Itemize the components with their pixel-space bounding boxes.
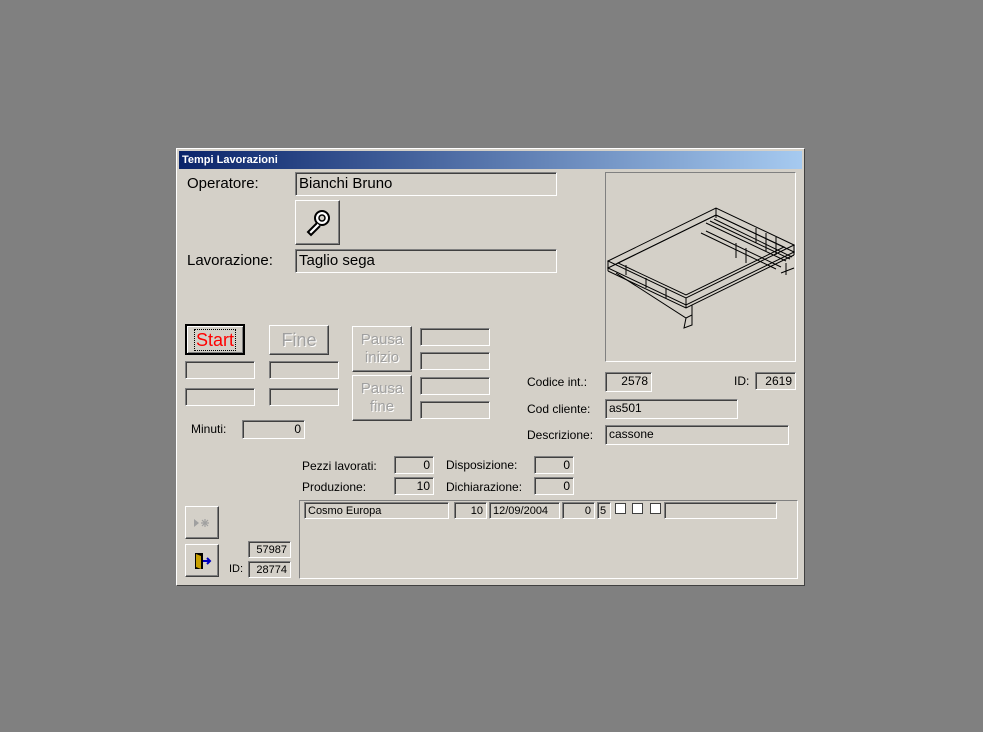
exit-button[interactable] — [185, 544, 219, 577]
codice-int-field[interactable]: 2578 — [605, 372, 652, 392]
id-top-label: ID: — [734, 374, 750, 388]
fine-time-field-1[interactable] — [269, 361, 339, 379]
id-bottom-label: ID: — [229, 563, 244, 575]
pausa-fine-button[interactable]: Pausa fine — [352, 375, 412, 421]
id-bottom-field[interactable]: 28774 — [248, 561, 291, 578]
pezzi-lavorati-label: Pezzi lavorati: — [302, 459, 377, 473]
pausa-inizio-field-1[interactable] — [420, 328, 490, 346]
disposizione-field[interactable]: 0 — [534, 456, 574, 474]
row-date[interactable]: 12/09/2004 — [489, 502, 560, 519]
row-checkbox-3[interactable] — [650, 503, 661, 514]
operatore-label: Operatore: — [187, 175, 259, 192]
cod-cliente-field[interactable]: as501 — [605, 399, 738, 419]
dichiarazione-label: Dichiarazione: — [446, 480, 523, 494]
codice-int-label: Codice int.: — [527, 375, 588, 389]
row-v2[interactable]: 5 — [597, 502, 611, 519]
pausa-inizio-field-2[interactable] — [420, 352, 490, 370]
operatore-field[interactable]: Bianchi Bruno — [295, 172, 557, 196]
lavorazione-field[interactable]: Taglio sega — [295, 249, 557, 273]
tool-button[interactable] — [295, 200, 340, 245]
start-button-label: Start — [193, 328, 236, 351]
pausa-fine-field-1[interactable] — [420, 377, 490, 395]
tempi-lavorazioni-window: Tempi Lavorazioni Operatore: Bianchi Bru… — [176, 148, 805, 586]
window-title: Tempi Lavorazioni — [179, 151, 802, 169]
descrizione-field[interactable]: cassone — [605, 425, 789, 445]
produzione-field[interactable]: 10 — [394, 477, 434, 495]
dichiarazione-field[interactable]: 0 — [534, 477, 574, 495]
descrizione-label: Descrizione: — [527, 428, 594, 442]
start-time-field-1[interactable] — [185, 361, 255, 379]
row-cliente[interactable]: Cosmo Europa — [304, 502, 449, 519]
part-image-frame — [605, 172, 796, 362]
pausa-inizio-line1: Pausa — [360, 331, 404, 348]
new-record-button[interactable] — [185, 506, 219, 539]
exit-door-icon — [195, 552, 212, 569]
start-button[interactable]: Start — [185, 324, 245, 355]
fine-button[interactable]: Fine — [269, 325, 329, 355]
pausa-inizio-button[interactable]: Pausa inizio — [352, 326, 412, 372]
wrench-icon — [306, 209, 330, 236]
produzione-label: Produzione: — [302, 480, 367, 494]
new-record-icon — [194, 518, 209, 527]
start-time-field-2[interactable] — [185, 388, 255, 406]
row-v1[interactable]: 0 — [562, 502, 595, 519]
disposizione-label: Disposizione: — [446, 458, 518, 472]
minuti-field[interactable]: 0 — [242, 420, 305, 439]
lavorazione-label: Lavorazione: — [187, 252, 273, 269]
cassone-drawing — [606, 207, 796, 329]
lavorazioni-subform: Cosmo Europa 10 12/09/2004 0 5 — [299, 500, 798, 579]
row-qty[interactable]: 10 — [454, 502, 487, 519]
row-checkbox-1[interactable] — [615, 503, 626, 514]
row-note[interactable] — [664, 502, 777, 519]
pezzi-lavorati-field[interactable]: 0 — [394, 456, 434, 474]
cod-cliente-label: Cod cliente: — [527, 402, 591, 416]
minuti-label: Minuti: — [191, 422, 227, 436]
pausa-fine-line2: fine — [369, 398, 395, 415]
pausa-inizio-line2: inizio — [364, 349, 400, 366]
record-number-field[interactable]: 57987 — [248, 541, 291, 558]
fine-time-field-2[interactable] — [269, 388, 339, 406]
id-top-field[interactable]: 2619 — [755, 372, 796, 390]
pausa-fine-line1: Pausa — [360, 380, 404, 397]
row-checkbox-2[interactable] — [632, 503, 643, 514]
pausa-fine-field-2[interactable] — [420, 401, 490, 419]
